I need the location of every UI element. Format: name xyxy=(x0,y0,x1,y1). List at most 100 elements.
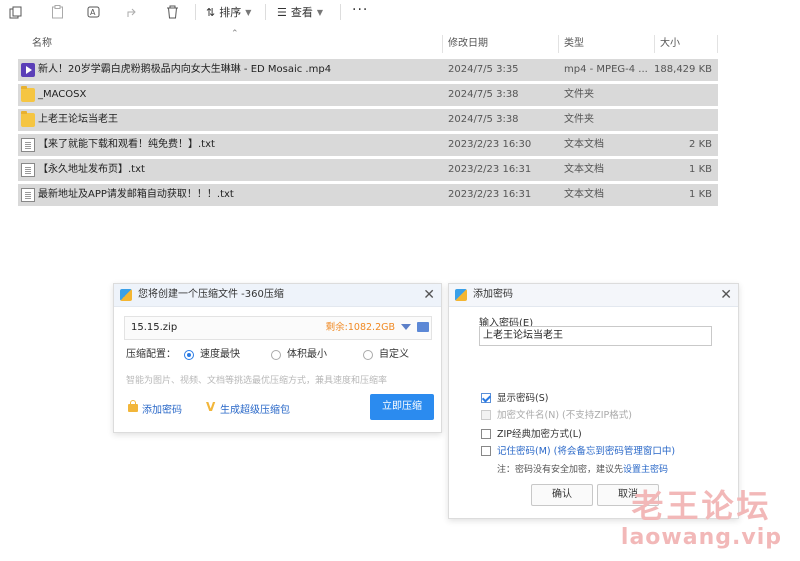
toolbar-separator xyxy=(340,4,341,20)
folder-icon xyxy=(21,111,35,127)
password-security-note: 注：密码没有安全加密，建议先设置主密码 xyxy=(497,462,668,475)
file-date: 2023/2/23 16:30 xyxy=(448,139,532,150)
file-row[interactable]: 新人！20岁学霸白虎粉鹅极品内向女大生琳琳 - ED Mosaic .mp4 2… xyxy=(18,59,718,81)
chevron-down-icon: ▼ xyxy=(245,7,252,17)
compress-now-button[interactable]: 立即压缩 xyxy=(370,394,434,420)
zip-classic-encryption-label[interactable]: ZIP经典加密方式(L) xyxy=(497,428,582,441)
sort-label: 排序 xyxy=(219,6,242,19)
file-type: 文件夹 xyxy=(564,114,594,125)
compress-dialog-titlebar[interactable]: 您将创建一个压缩文件 -360压缩 ✕ xyxy=(114,284,441,307)
share-icon[interactable] xyxy=(124,3,142,21)
column-header-type[interactable]: 类型 xyxy=(564,33,584,55)
file-name: 最新地址及APP请发邮箱自动获取！！！.txt xyxy=(38,189,234,200)
file-row[interactable]: 最新地址及APP请发邮箱自动获取！！！.txt 2023/2/23 16:31 … xyxy=(18,184,718,206)
file-name: _MACOSX xyxy=(38,89,87,100)
compression-config-label: 压缩配置： xyxy=(126,349,176,360)
radio-fastest-label[interactable]: 速度最快 xyxy=(200,348,240,362)
explorer-toolbar: A ⇅ 排序 ▼ ☰ 查看 ▼ ··· xyxy=(0,0,800,26)
radio-smallest[interactable] xyxy=(271,350,281,360)
compress-dialog-title: 您将创建一个压缩文件 -360压缩 xyxy=(138,289,284,300)
file-date: 2024/7/5 3:38 xyxy=(448,114,519,125)
360zip-app-icon xyxy=(120,289,132,301)
compression-hint: 智能为图片、视频、文档等挑选最优压缩方式，兼具速度和压缩率 xyxy=(126,376,388,386)
svg-text:A: A xyxy=(90,8,96,17)
chevron-down-icon[interactable] xyxy=(401,324,411,330)
zip-classic-encryption-checkbox[interactable] xyxy=(481,429,491,439)
paste-icon[interactable] xyxy=(48,3,66,21)
close-icon[interactable]: ✕ xyxy=(720,286,732,304)
password-dialog-title: 添加密码 xyxy=(473,289,513,300)
ok-button[interactable]: 确认 xyxy=(531,484,593,506)
folder-icon xyxy=(21,86,35,102)
archive-filename-field[interactable]: 15.15.zip 剩余:1082.2GB xyxy=(124,316,432,340)
column-divider[interactable] xyxy=(654,35,655,53)
set-master-password-link[interactable]: 设置主密码 xyxy=(623,465,668,475)
column-header-name[interactable]: 名称 xyxy=(32,33,52,55)
column-header-date[interactable]: 修改日期 xyxy=(448,33,488,55)
encrypt-filename-label: 加密文件名(N) (不支持ZIP格式) xyxy=(497,410,632,421)
file-row[interactable]: 上老王论坛当老王 2024/7/5 3:38 文件夹 xyxy=(18,109,718,131)
file-size: 2 KB xyxy=(689,139,712,150)
compression-config-row: 压缩配置： 速度最快 体积最小 自定义 xyxy=(126,348,426,364)
radio-custom-label[interactable]: 自定义 xyxy=(379,348,409,362)
super-compress-icon: V xyxy=(206,400,216,414)
show-password-checkbox[interactable] xyxy=(481,393,491,403)
file-type: 文件夹 xyxy=(564,89,594,100)
file-name: 【来了就能下载和观看！纯免费！】.txt xyxy=(38,139,215,150)
watermark-title: 老王论坛 xyxy=(631,487,772,525)
watermark-url: laowang.vip xyxy=(620,525,782,550)
compress-dialog: 您将创建一个压缩文件 -360压缩 ✕ 15.15.zip 剩余:1082.2G… xyxy=(113,283,442,433)
column-divider[interactable] xyxy=(717,35,718,53)
column-divider[interactable] xyxy=(558,35,559,53)
sort-ascending-icon: ⌃ xyxy=(231,29,239,39)
toolbar-separator xyxy=(265,4,266,20)
file-type: 文本文档 xyxy=(564,139,604,150)
radio-fastest[interactable] xyxy=(184,350,194,360)
sort-button[interactable]: ⇅ 排序 ▼ xyxy=(206,3,251,21)
file-row[interactable]: _MACOSX 2024/7/5 3:38 文件夹 xyxy=(18,84,718,106)
column-header-row: ⌃ 名称 修改日期 类型 大小 xyxy=(18,29,718,55)
file-date: 2023/2/23 16:31 xyxy=(448,164,532,175)
close-icon[interactable]: ✕ xyxy=(423,286,435,304)
text-file-icon xyxy=(21,188,35,202)
360zip-app-icon xyxy=(455,289,467,301)
delete-icon[interactable] xyxy=(163,3,181,21)
show-password-label[interactable]: 显示密码(S) xyxy=(497,392,548,405)
encrypt-filename-checkbox xyxy=(481,410,491,420)
file-name: 新人！20岁学霸白虎粉鹅极品内向女大生琳琳 - ED Mosaic .mp4 xyxy=(38,64,332,75)
file-size: 188,429 KB xyxy=(654,64,712,75)
text-file-icon xyxy=(21,163,35,177)
column-divider[interactable] xyxy=(442,35,443,53)
file-type: mp4 - MPEG-4 ... xyxy=(564,64,648,75)
browse-folder-icon[interactable] xyxy=(417,322,429,332)
view-button[interactable]: ☰ 查看 ▼ xyxy=(277,3,323,21)
rename-icon[interactable]: A xyxy=(85,3,103,21)
site-watermark: 老王论坛 laowang.vip xyxy=(621,488,782,552)
file-date: 2024/7/5 3:35 xyxy=(448,64,519,75)
add-password-link[interactable]: 添加密码 xyxy=(142,401,182,416)
remember-password-label[interactable]: 记住密码(M) (将会备忘到密码管理窗口中) xyxy=(497,445,675,458)
file-date: 2024/7/5 3:38 xyxy=(448,89,519,100)
remaining-space-label: 剩余:1082.2GB xyxy=(325,322,395,333)
file-name: 【永久地址发布页】.txt xyxy=(38,164,145,175)
column-header-size[interactable]: 大小 xyxy=(660,33,680,55)
copy-icon[interactable] xyxy=(6,3,24,21)
password-dialog-titlebar[interactable]: 添加密码 ✕ xyxy=(449,284,738,307)
more-options-button[interactable]: ··· xyxy=(352,2,368,18)
radio-smallest-label[interactable]: 体积最小 xyxy=(287,348,327,362)
password-dialog: 添加密码 ✕ 输入密码(E) 上老王论坛当老王 显示密码(S) 加密文件名(N)… xyxy=(448,283,739,519)
text-file-icon xyxy=(21,138,35,152)
file-name: 上老王论坛当老王 xyxy=(38,114,118,125)
view-label: 查看 xyxy=(290,6,313,19)
remember-password-checkbox[interactable] xyxy=(481,446,491,456)
password-note-text: 注：密码没有安全加密，建议先 xyxy=(497,465,624,475)
sort-icon: ⇅ xyxy=(206,5,216,19)
file-type: 文本文档 xyxy=(564,164,604,175)
file-row[interactable]: 【永久地址发布页】.txt 2023/2/23 16:31 文本文档 1 KB xyxy=(18,159,718,181)
radio-custom[interactable] xyxy=(363,350,373,360)
super-compress-link[interactable]: 生成超级压缩包 xyxy=(220,401,290,416)
password-input[interactable]: 上老王论坛当老王 xyxy=(479,326,712,346)
chevron-down-icon: ▼ xyxy=(316,7,324,17)
video-file-icon xyxy=(21,63,35,77)
file-row[interactable]: 【来了就能下载和观看！纯免费！】.txt 2023/2/23 16:30 文本文… xyxy=(18,134,718,156)
